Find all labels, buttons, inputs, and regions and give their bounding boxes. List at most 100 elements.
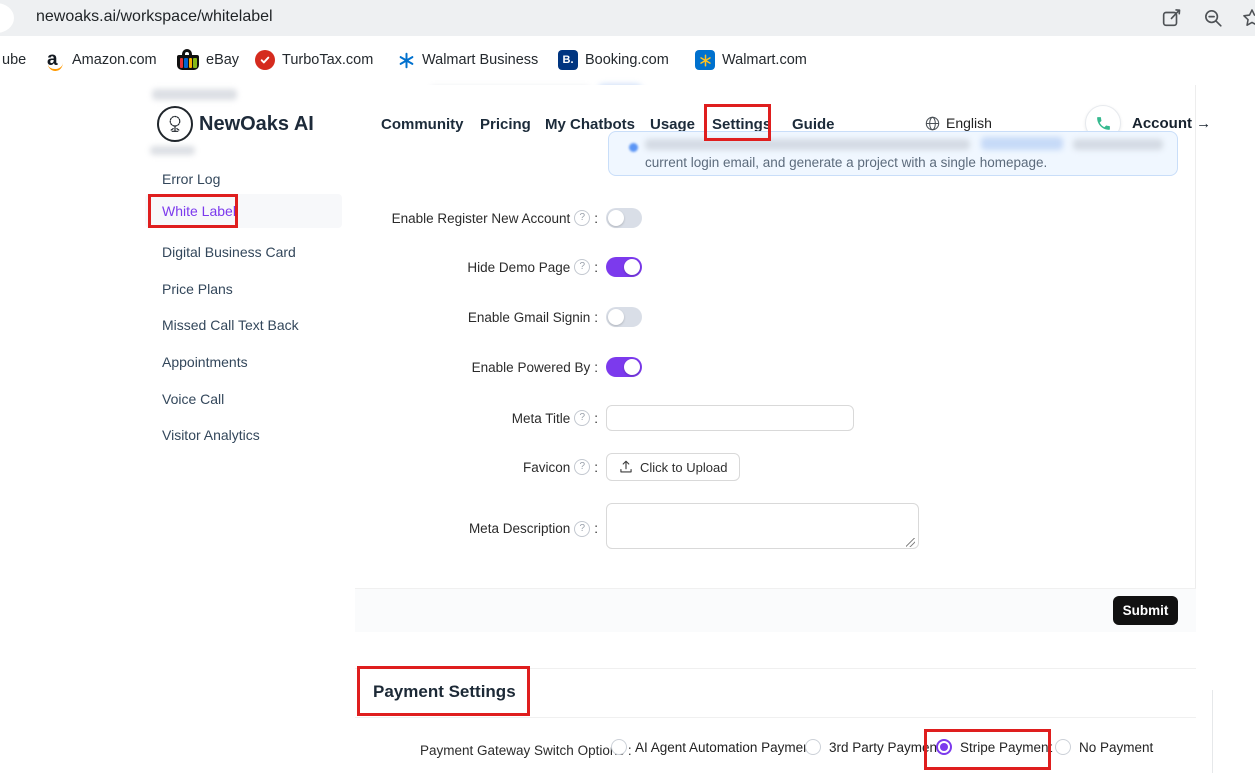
sidebar-item-white-label[interactable]: White Label bbox=[162, 201, 236, 221]
radio-label: Stripe Payment bbox=[960, 740, 1052, 755]
radio-label: AI Agent Automation Payment bbox=[635, 740, 814, 755]
toggle-enable-powered-by[interactable] bbox=[606, 357, 642, 377]
bookmarks-bar: ube a Amazon.com eBay TurboTax.com Walma… bbox=[0, 36, 1255, 85]
booking-icon: B. bbox=[558, 50, 578, 70]
sidebar-item-visitor-analytics[interactable]: Visitor Analytics bbox=[162, 425, 260, 445]
field-label: Enable Gmail Signin bbox=[468, 310, 590, 325]
bookmark-label: eBay bbox=[206, 52, 239, 68]
field-label: Meta Title bbox=[512, 411, 571, 426]
upload-icon bbox=[619, 460, 633, 474]
meta-title-input[interactable] bbox=[606, 405, 854, 431]
amazon-icon: a bbox=[47, 50, 65, 70]
turbotax-check-icon bbox=[255, 50, 275, 70]
field-label: Enable Powered By bbox=[472, 360, 591, 375]
form-row-meta-title: Meta Title: bbox=[298, 405, 854, 431]
bookmark-label: Walmart.com bbox=[722, 52, 807, 68]
sidebar-item-appointments[interactable]: Appointments bbox=[162, 352, 248, 372]
payment-header-divider bbox=[355, 717, 1196, 718]
help-icon[interactable] bbox=[574, 410, 590, 426]
language-selector[interactable]: English bbox=[925, 115, 992, 131]
favicon-upload-button[interactable]: Click to Upload bbox=[606, 453, 740, 481]
bookmark-label: ube bbox=[2, 52, 26, 68]
bookmark-turbotax[interactable]: TurboTax.com bbox=[255, 49, 373, 71]
bookmark-walmart[interactable]: Walmart.com bbox=[695, 49, 807, 71]
radio-circle[interactable] bbox=[936, 739, 952, 755]
nav-pricing[interactable]: Pricing bbox=[480, 116, 531, 134]
info-icon bbox=[629, 143, 638, 152]
right-divider bbox=[1212, 690, 1213, 773]
sidebar-item-digital-business-card[interactable]: Digital Business Card bbox=[162, 242, 296, 262]
payment-gateway-label: Payment Gateway Switch Options : bbox=[420, 743, 605, 758]
bookmark-label: Booking.com bbox=[585, 52, 669, 68]
form-row-hide-demo: Hide Demo Page: bbox=[298, 257, 642, 277]
form-row-gmail-signin: Enable Gmail Signin: bbox=[298, 307, 642, 327]
card-footer bbox=[355, 588, 1196, 632]
bookmark-youtube-partial[interactable]: ube bbox=[2, 49, 26, 71]
field-label: Favicon bbox=[523, 460, 570, 475]
help-icon[interactable] bbox=[574, 210, 590, 226]
toggle-enable-register-new-account[interactable] bbox=[606, 208, 642, 228]
info-banner: current login email, and generate a proj… bbox=[608, 131, 1178, 176]
bookmark-label: Walmart Business bbox=[422, 52, 538, 68]
help-icon[interactable] bbox=[574, 521, 590, 537]
walmart-spark-icon bbox=[398, 52, 415, 69]
url-text[interactable]: newoaks.ai/workspace/whitelabel bbox=[36, 8, 273, 26]
bookmark-ebay[interactable]: eBay bbox=[177, 49, 239, 71]
account-menu[interactable]: Account → bbox=[1132, 115, 1211, 132]
address-pill-fragment bbox=[0, 3, 14, 33]
field-label: Meta Description bbox=[469, 521, 570, 536]
payment-card-top-border bbox=[355, 668, 1196, 669]
radio-stripe-payment[interactable]: Stripe Payment bbox=[936, 739, 1052, 755]
redacted-text-blur bbox=[645, 139, 970, 150]
radio-circle[interactable] bbox=[611, 739, 627, 755]
web-capture-icon[interactable] bbox=[1160, 7, 1182, 29]
radio-no-payment[interactable]: No Payment bbox=[1055, 739, 1153, 755]
submit-button[interactable]: Submit bbox=[1113, 596, 1178, 625]
favorite-star-icon[interactable] bbox=[1241, 7, 1255, 29]
form-row-favicon: Favicon: Click to Upload bbox=[298, 453, 740, 481]
address-bar[interactable]: newoaks.ai/workspace/whitelabel bbox=[0, 0, 1255, 36]
page-content: NewOaks AI Error Log White Label Digital… bbox=[0, 84, 1255, 773]
sidebar-item-price-plans[interactable]: Price Plans bbox=[162, 279, 233, 299]
redacted-text-blur bbox=[150, 146, 195, 155]
newoaks-logo bbox=[157, 106, 193, 142]
radio-label: 3rd Party Payment bbox=[829, 740, 941, 755]
toggle-hide-demo-page[interactable] bbox=[606, 257, 642, 277]
help-icon[interactable] bbox=[574, 259, 590, 275]
nav-community[interactable]: Community bbox=[381, 116, 464, 134]
resize-handle-icon[interactable] bbox=[906, 538, 915, 547]
field-label: Enable Register New Account bbox=[392, 211, 571, 226]
upload-button-label: Click to Upload bbox=[640, 460, 727, 475]
form-row-meta-description: Meta Description: bbox=[298, 503, 919, 554]
zoom-out-icon[interactable] bbox=[1202, 7, 1224, 29]
language-label: English bbox=[946, 115, 992, 131]
sidebar-item-error-log[interactable]: Error Log bbox=[162, 169, 220, 189]
help-icon[interactable] bbox=[574, 459, 590, 475]
bookmark-walmart-business[interactable]: Walmart Business bbox=[398, 49, 538, 71]
ebay-bag-icon bbox=[177, 49, 199, 71]
radio-circle[interactable] bbox=[805, 739, 821, 755]
globe-icon bbox=[925, 116, 940, 131]
walmart-tile-icon bbox=[695, 50, 715, 70]
redacted-text-blur bbox=[1073, 139, 1163, 150]
bookmark-amazon[interactable]: a Amazon.com bbox=[47, 49, 157, 71]
browser-window: newoaks.ai/workspace/whitelabel ube a Am… bbox=[0, 0, 1255, 773]
bookmark-label: TurboTax.com bbox=[282, 52, 373, 68]
form-row-powered-by: Enable Powered By: bbox=[298, 357, 642, 377]
radio-label: No Payment bbox=[1079, 740, 1153, 755]
meta-description-textarea[interactable] bbox=[606, 503, 919, 549]
radio-3rd-party-payment[interactable]: 3rd Party Payment bbox=[805, 739, 941, 755]
redacted-text-blur bbox=[152, 89, 237, 100]
bookmark-booking[interactable]: B. Booking.com bbox=[558, 49, 669, 71]
redacted-link-blur bbox=[981, 137, 1063, 150]
brand-name: NewOaks AI bbox=[199, 113, 314, 136]
radio-ai-agent-automation-payment[interactable]: AI Agent Automation Payment bbox=[611, 739, 814, 755]
toggle-enable-gmail-signin[interactable] bbox=[606, 307, 642, 327]
field-label: Hide Demo Page bbox=[467, 260, 570, 275]
sidebar-item-voice-call[interactable]: Voice Call bbox=[162, 389, 224, 409]
radio-circle[interactable] bbox=[1055, 739, 1071, 755]
form-row-enable-register: Enable Register New Account: bbox=[298, 208, 642, 228]
bookmark-label: Amazon.com bbox=[72, 52, 157, 68]
sidebar-item-missed-call-text-back[interactable]: Missed Call Text Back bbox=[162, 315, 299, 335]
payment-settings-title: Payment Settings bbox=[373, 682, 516, 702]
